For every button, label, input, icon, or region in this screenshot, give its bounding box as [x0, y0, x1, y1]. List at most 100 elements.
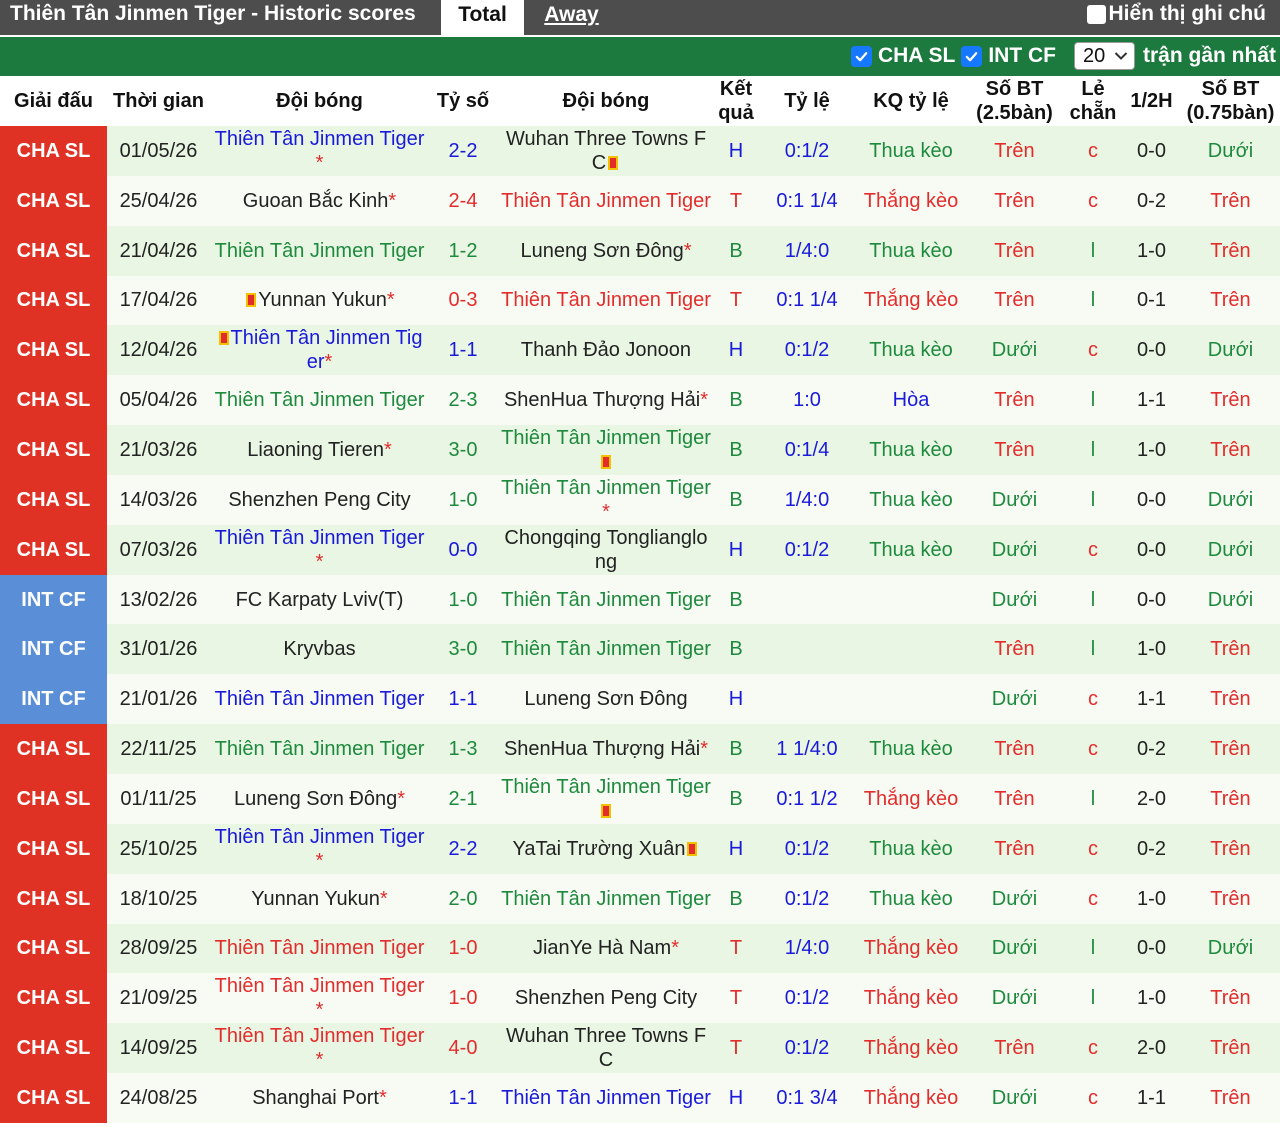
score-cell[interactable]: 0-3 — [429, 275, 497, 326]
home-team-name[interactable]: Shenzhen Peng City — [228, 489, 410, 511]
away-team[interactable]: Wuhan Three Towns FC — [497, 126, 715, 176]
league-cell[interactable]: CHA SL — [0, 325, 107, 376]
match-count-select[interactable]: 20 — [1073, 42, 1135, 70]
checkbox-int-cf[interactable] — [961, 45, 983, 67]
home-team[interactable]: Thiên Tân Jinmen Tiger — [210, 375, 429, 426]
score-cell[interactable]: 1-3 — [429, 724, 497, 774]
away-team[interactable]: Thiên Tân Jinmen Tiger — [497, 624, 715, 675]
away-team-name[interactable]: Thiên Tân Jinmen Tiger — [501, 477, 711, 499]
score-cell[interactable]: 1-0 — [429, 973, 497, 1024]
away-team[interactable]: Thiên Tân Jinmen Tiger — [497, 1073, 715, 1123]
score-cell[interactable]: 2-3 — [429, 375, 497, 426]
away-team-name[interactable]: Chongqing Tonglianglong — [504, 527, 707, 573]
home-team[interactable]: Thiên Tân Jinmen Tiger* — [210, 126, 429, 176]
table-row[interactable]: CHA SL 01/11/25 Luneng Sơn Đông* 2-1 Thiên T… — [0, 773, 1280, 824]
league-cell[interactable]: CHA SL — [0, 175, 107, 226]
home-team-name[interactable]: FC Karpaty Lviv(T) — [236, 589, 404, 611]
home-team-name[interactable]: Thiên Tân Jinmen Tiger — [215, 128, 425, 150]
home-team[interactable]: Thiên Tân Jinmen Tiger — [210, 225, 429, 276]
home-team-name[interactable]: Yunnan Yukun — [251, 888, 380, 910]
away-team-name[interactable]: Wuhan Three Towns FC — [506, 128, 706, 174]
away-team[interactable]: Wuhan Three Towns FC — [497, 1023, 715, 1074]
away-team[interactable]: Shenzhen Peng City — [497, 973, 715, 1024]
away-team-name[interactable]: Thiên Tân Jinmen Tiger — [501, 190, 711, 212]
home-team-name[interactable]: Thiên Tân Jinmen Tiger — [215, 937, 425, 959]
home-team-name[interactable]: Luneng Sơn Đông — [234, 788, 397, 810]
score-cell[interactable]: 1-2 — [429, 225, 497, 276]
tab-total[interactable]: Total — [441, 0, 524, 35]
table-row[interactable]: INT CF 21/01/26 Thiên Tân Jinmen Tiger 1-1 L… — [0, 674, 1280, 725]
league-cell[interactable]: INT CF — [0, 624, 107, 675]
home-team-name[interactable]: Kryvbas — [283, 638, 355, 660]
home-team[interactable]: Thiên Tân Jinmen Tiger* — [210, 973, 429, 1024]
away-team[interactable]: Thiên Tân Jinmen Tiger — [497, 773, 715, 824]
league-cell[interactable]: CHA SL — [0, 923, 107, 974]
home-team[interactable]: Thiên Tân Jinmen Tiger* — [210, 823, 429, 874]
table-row[interactable]: CHA SL 14/09/25 Thiên Tân Jinmen Tiger* 4-0… — [0, 1023, 1280, 1074]
away-team[interactable]: Thiên Tân Jinmen Tiger — [497, 574, 715, 625]
home-team-name[interactable]: Thiên Tân Jinmen Tiger — [215, 975, 425, 997]
away-team[interactable]: YaTai Trường Xuân — [497, 823, 715, 874]
home-team-name[interactable]: Yunnan Yukun — [258, 289, 387, 311]
score-cell[interactable]: 1-0 — [429, 474, 497, 525]
away-team[interactable]: JianYe Hà Nam* — [497, 923, 715, 974]
league-cell[interactable]: CHA SL — [0, 973, 107, 1024]
home-team[interactable]: Yunnan Yukun* — [210, 275, 429, 326]
home-team-name[interactable]: Thiên Tân Jinmen Tiger — [215, 688, 425, 710]
league-cell[interactable]: CHA SL — [0, 524, 107, 575]
away-team-name[interactable]: Thiên Tân Jinmen Tiger — [501, 776, 711, 798]
score-cell[interactable]: 4-0 — [429, 1023, 497, 1074]
home-team[interactable]: Thiên Tân Jinmen Tiger* — [210, 325, 429, 376]
score-cell[interactable]: 1-1 — [429, 1073, 497, 1123]
tab-away[interactable]: Away — [524, 0, 619, 35]
away-team-name[interactable]: Thiên Tân Jinmen Tiger — [501, 289, 711, 311]
table-row[interactable]: CHA SL 25/10/25 Thiên Tân Jinmen Tiger* 2-2… — [0, 823, 1280, 874]
league-cell[interactable]: CHA SL — [0, 275, 107, 326]
home-team-name[interactable]: Thiên Tân Jinmen Tiger — [215, 389, 425, 411]
table-row[interactable]: CHA SL 18/10/25 Yunnan Yukun* 2-0 Thiên Tân … — [0, 873, 1280, 924]
home-team-name[interactable]: Thiên Tân Jinmen Tiger — [215, 738, 425, 760]
home-team-name[interactable]: Thiên Tân Jinmen Tiger — [215, 527, 425, 549]
away-team-name[interactable]: YaTai Trường Xuân — [513, 838, 686, 860]
league-cell[interactable]: CHA SL — [0, 474, 107, 525]
league-cell[interactable]: CHA SL — [0, 773, 107, 824]
home-team[interactable]: Luneng Sơn Đông* — [210, 773, 429, 824]
home-team-name[interactable]: Guoan Bắc Kinh — [243, 190, 389, 212]
table-row[interactable]: CHA SL 17/04/26 Yunnan Yukun* 0-3 Thiên Tân … — [0, 275, 1280, 326]
league-cell[interactable]: CHA SL — [0, 425, 107, 475]
table-row[interactable]: CHA SL 28/09/25 Thiên Tân Jinmen Tiger 1-0 J… — [0, 923, 1280, 974]
table-row[interactable]: INT CF 31/01/26 Kryvbas 3-0 Thiên Tân Jinmen… — [0, 624, 1280, 675]
league-cell[interactable]: INT CF — [0, 674, 107, 725]
away-team[interactable]: Chongqing Tonglianglong — [497, 524, 715, 575]
away-team[interactable]: Thiên Tân Jinmen Tiger — [497, 175, 715, 226]
home-team-name[interactable]: Shanghai Port — [252, 1087, 379, 1109]
away-team-name[interactable]: ShenHua Thượng Hải — [504, 389, 700, 411]
away-team-name[interactable]: Thiên Tân Jinmen Tiger — [501, 1087, 711, 1109]
table-row[interactable]: CHA SL 22/11/25 Thiên Tân Jinmen Tiger 1-3 S… — [0, 724, 1280, 774]
table-row[interactable]: CHA SL 24/08/25 Shanghai Port* 1-1 Thiên Tân… — [0, 1073, 1280, 1123]
away-team-name[interactable]: ShenHua Thượng Hải — [504, 738, 700, 760]
away-team-name[interactable]: JianYe Hà Nam — [533, 937, 671, 959]
score-cell[interactable]: 1-1 — [429, 674, 497, 725]
away-team[interactable]: Thiên Tân Jinmen Tiger* — [497, 474, 715, 525]
score-cell[interactable]: 0-0 — [429, 524, 497, 575]
away-team-name[interactable]: Luneng Sơn Đông — [524, 688, 687, 710]
table-row[interactable]: CHA SL 07/03/26 Thiên Tân Jinmen Tiger* 0-0… — [0, 524, 1280, 575]
home-team[interactable]: Thiên Tân Jinmen Tiger* — [210, 524, 429, 575]
home-team[interactable]: Thiên Tân Jinmen Tiger* — [210, 1023, 429, 1074]
score-cell[interactable]: 3-0 — [429, 425, 497, 475]
table-row[interactable]: CHA SL 05/04/26 Thiên Tân Jinmen Tiger 2-3 S… — [0, 375, 1280, 426]
show-notes-checkbox[interactable] — [1086, 4, 1106, 24]
away-team-name[interactable]: Thiên Tân Jinmen Tiger — [501, 589, 711, 611]
away-team[interactable]: Thanh Đảo Jonoon — [497, 325, 715, 376]
table-row[interactable]: CHA SL 14/03/26 Shenzhen Peng City 1-0 Thiên… — [0, 474, 1280, 525]
away-team[interactable]: Thiên Tân Jinmen Tiger — [497, 275, 715, 326]
away-team-name[interactable]: Thanh Đảo Jonoon — [521, 339, 691, 361]
home-team-name[interactable]: Thiên Tân Jinmen Tiger — [215, 826, 425, 848]
table-row[interactable]: CHA SL 21/09/25 Thiên Tân Jinmen Tiger* 1-0… — [0, 973, 1280, 1024]
score-cell[interactable]: 2-2 — [429, 126, 497, 176]
away-team[interactable]: Thiên Tân Jinmen Tiger — [497, 873, 715, 924]
league-cell[interactable]: INT CF — [0, 574, 107, 625]
home-team[interactable]: Shenzhen Peng City — [210, 474, 429, 525]
home-team[interactable]: FC Karpaty Lviv(T) — [210, 574, 429, 625]
